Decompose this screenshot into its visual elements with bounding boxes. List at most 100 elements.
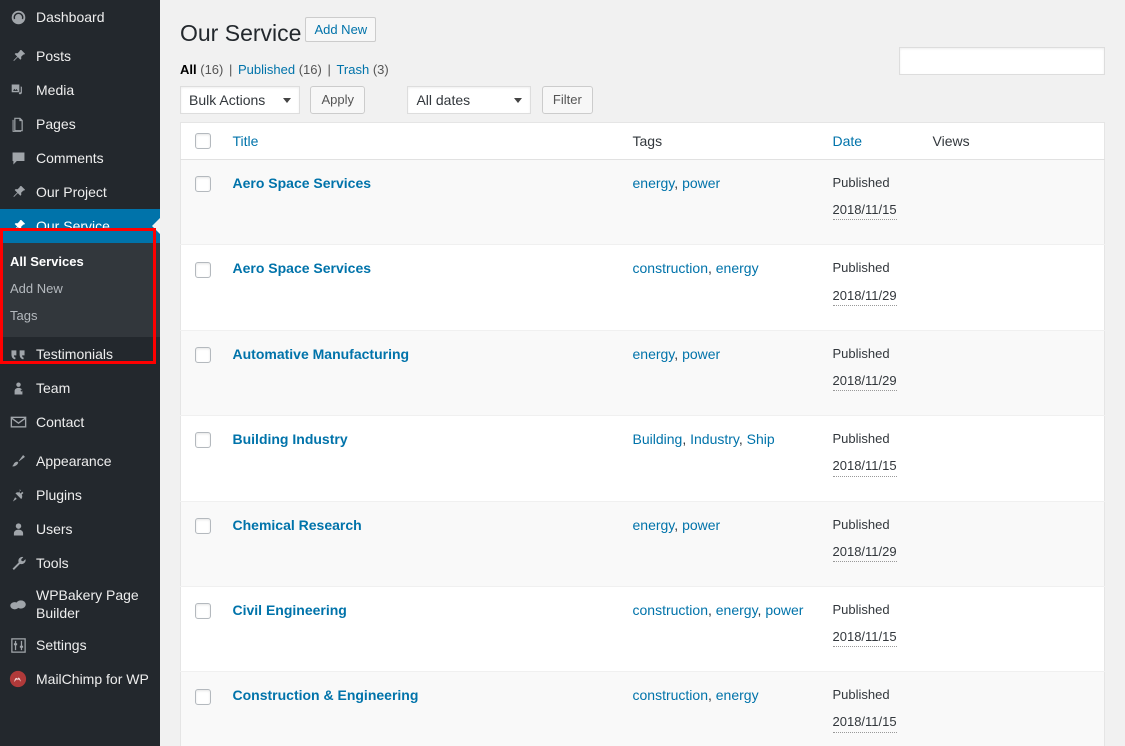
- sidebar-item-label: Users: [36, 521, 73, 537]
- row-status-text: Published: [832, 260, 890, 276]
- row-checkbox[interactable]: [195, 432, 211, 449]
- status-link-published[interactable]: Published: [238, 62, 295, 77]
- row-tag-link[interactable]: construction: [633, 602, 708, 618]
- sidebar-item-mailchimp-for-wp[interactable]: MailChimp for WP: [0, 662, 160, 696]
- row-title-link[interactable]: Chemical Research: [233, 517, 362, 533]
- column-sort-link-title[interactable]: Title: [233, 133, 259, 149]
- row-tag-link[interactable]: energy: [633, 517, 675, 533]
- sidebar-item-team[interactable]: Team: [0, 371, 160, 405]
- sidebar-item-media[interactable]: Media: [0, 73, 160, 107]
- sidebar-item-our-service[interactable]: Our Service: [0, 209, 160, 243]
- table-body: Aero Space Services energy, power Publishe…: [180, 159, 1105, 746]
- row-tag-link[interactable]: Building: [633, 431, 683, 447]
- sidebar-item-label: Dashboard: [36, 9, 105, 25]
- row-tag-link[interactable]: power: [682, 517, 720, 533]
- row-title-link[interactable]: Aero Space Services: [233, 260, 372, 276]
- column-header-checkbox: [180, 122, 223, 160]
- sidebar-item-label: Team: [36, 380, 71, 396]
- tag-separator: ,: [674, 516, 683, 533]
- row-tag-link[interactable]: power: [765, 602, 803, 618]
- row-tag-link[interactable]: energy: [716, 260, 759, 276]
- search-input[interactable]: [899, 47, 1105, 75]
- bulk-actions-select[interactable]: Bulk ActionsEditMove to Trash: [180, 86, 300, 114]
- mailchimp-icon: [0, 670, 36, 688]
- sliders-icon: [0, 637, 36, 654]
- sidebar-item-label: Our Project: [36, 184, 107, 200]
- row-tag-link[interactable]: energy: [633, 346, 675, 362]
- column-header-date[interactable]: Date: [822, 122, 923, 160]
- sidebar-item-appearance[interactable]: Appearance: [0, 444, 160, 478]
- row-tag-link[interactable]: construction: [633, 687, 708, 703]
- status-link-count: (16): [298, 62, 322, 77]
- sidebar-item-label: Media: [36, 82, 75, 98]
- status-link-divider: |: [225, 62, 236, 77]
- row-tag-link[interactable]: energy: [716, 602, 758, 618]
- row-tags-cell: energy, power: [622, 329, 823, 416]
- sidebar-item-testimonials[interactable]: Testimonials: [0, 337, 160, 371]
- row-title-cell: Chemical Research: [222, 500, 623, 587]
- row-tag-link[interactable]: power: [682, 175, 720, 191]
- sidebar-item-comments[interactable]: Comments: [0, 141, 160, 175]
- row-tag-link[interactable]: Industry: [690, 431, 739, 447]
- column-sort-link-date[interactable]: Date: [833, 133, 863, 149]
- row-published-date: 2018/11/15: [832, 713, 897, 733]
- dates-select[interactable]: All datesNovember 2018: [407, 86, 532, 114]
- tag-separator: ,: [738, 431, 747, 448]
- row-title-link[interactable]: Civil Engineering: [233, 602, 347, 618]
- status-link-item: All (16) |: [180, 62, 238, 77]
- tag-separator: ,: [707, 260, 716, 277]
- sidebar-item-contact[interactable]: Contact: [0, 405, 160, 439]
- row-tags-cell: construction, energy: [622, 671, 823, 746]
- sidebar-item-users[interactable]: Users: [0, 512, 160, 546]
- row-tag-link[interactable]: energy: [716, 687, 759, 703]
- row-checkbox-cell: [180, 244, 223, 331]
- row-title-cell: Building Industry: [222, 415, 623, 501]
- sidebar-item-label: MailChimp for WP: [36, 671, 149, 687]
- row-title-link[interactable]: Construction & Engineering: [233, 687, 419, 703]
- row-title-link[interactable]: Automative Manufacturing: [233, 346, 410, 362]
- row-tag-link[interactable]: energy: [633, 175, 675, 191]
- row-title-link[interactable]: Building Industry: [233, 431, 348, 447]
- status-link-trash[interactable]: Trash: [336, 62, 369, 77]
- row-checkbox-cell: [180, 415, 223, 501]
- sidebar-item-tools[interactable]: Tools: [0, 546, 160, 580]
- sidebar-item-settings[interactable]: Settings: [0, 628, 160, 662]
- add-new-button[interactable]: Add New: [305, 16, 377, 42]
- sidebar-item-label: Pages: [36, 116, 76, 132]
- row-checkbox[interactable]: [195, 176, 211, 193]
- row-tag-link[interactable]: Ship: [747, 431, 775, 447]
- sidebar-item-our-project[interactable]: Our Project: [0, 175, 160, 209]
- sidebar-item-label: Plugins: [36, 487, 82, 503]
- row-checkbox[interactable]: [195, 603, 211, 620]
- sidebar-item-pages[interactable]: Pages: [0, 107, 160, 141]
- tag-separator: ,: [707, 601, 716, 618]
- submenu-item-all-services[interactable]: All Services: [0, 248, 160, 275]
- sidebar-item-dashboard[interactable]: Dashboard: [0, 0, 160, 34]
- sidebar-item-plugins[interactable]: Plugins: [0, 478, 160, 512]
- row-checkbox[interactable]: [195, 688, 211, 705]
- bulk-action-select-wrap: Bulk ActionsEditMove to Trash: [180, 86, 300, 114]
- status-link-count: (3): [372, 62, 389, 77]
- row-tags-cell: Building, Industry, Ship: [622, 415, 823, 501]
- row-checkbox[interactable]: [195, 347, 211, 364]
- row-checkbox[interactable]: [195, 517, 211, 534]
- sidebar-item-posts[interactable]: Posts: [0, 39, 160, 73]
- submenu-item-tags[interactable]: Tags: [0, 302, 160, 329]
- row-checkbox[interactable]: [195, 261, 211, 278]
- status-link-all[interactable]: All: [180, 62, 197, 77]
- column-header-title[interactable]: Title: [222, 122, 623, 160]
- apply-button[interactable]: Apply: [310, 86, 365, 114]
- table-row: Automative Manufacturing energy, power Pub…: [180, 329, 1105, 416]
- filter-button[interactable]: Filter: [541, 86, 593, 114]
- tag-separator: ,: [674, 345, 683, 362]
- submenu-item-add-new[interactable]: Add New: [0, 275, 160, 302]
- row-title-link[interactable]: Aero Space Services: [233, 175, 372, 191]
- row-tag-link[interactable]: power: [682, 346, 720, 362]
- select-all-checkbox[interactable]: [195, 132, 211, 149]
- sidebar-item-wpbakery-page-builder[interactable]: WPBakery Page Builder: [0, 580, 160, 628]
- sidebar-item-label: Tools: [36, 555, 69, 571]
- row-title-cell: Aero Space Services: [222, 244, 623, 331]
- column-header-views: Views: [922, 122, 1105, 160]
- search-box: [899, 47, 1105, 75]
- row-tag-link[interactable]: construction: [633, 260, 708, 276]
